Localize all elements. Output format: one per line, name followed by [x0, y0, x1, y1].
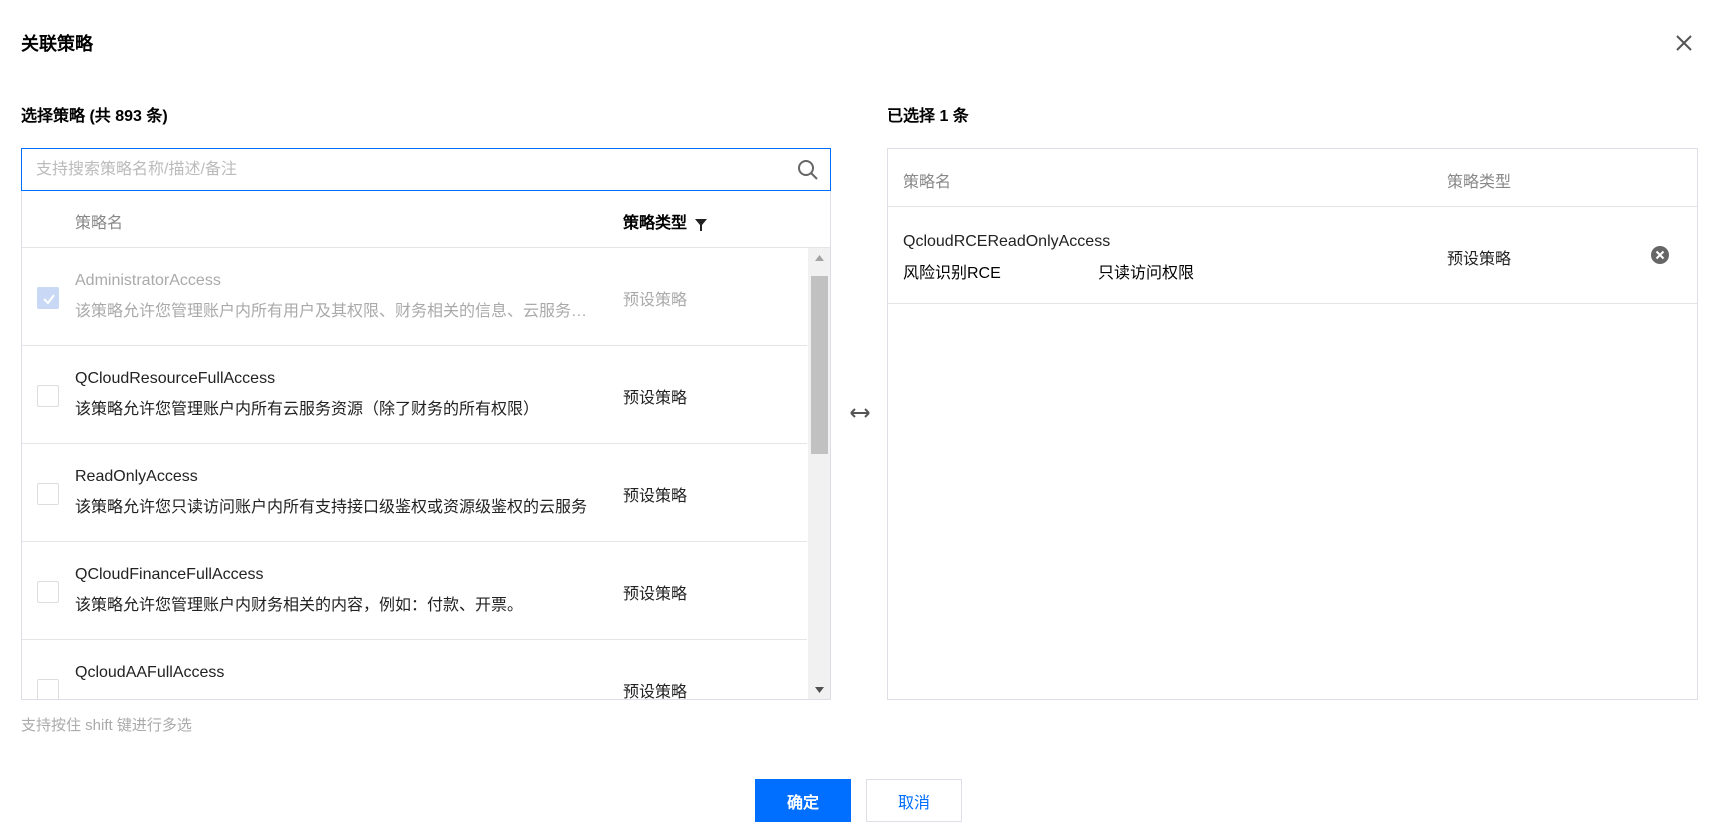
select-policy-title: 选择策略 (共 893 条) — [21, 108, 168, 125]
table-row[interactable]: ReadOnlyAccess 该策略允许您只读访问账户内所有支持接口级鉴权或资源… — [22, 444, 807, 542]
policy-name: QcloudRCEReadOnlyAccess — [903, 233, 1111, 250]
multi-select-hint: 支持按住 shift 键进行多选 — [21, 717, 192, 734]
policy-type: 预设策略 — [623, 292, 688, 309]
scroll-down-arrow-icon[interactable] — [808, 680, 830, 699]
policy-type: 预设策略 — [623, 488, 688, 505]
policy-scope: 只读访问权限 — [1098, 265, 1195, 282]
row-checkbox — [37, 287, 59, 309]
selected-row: QcloudRCEReadOnlyAccess 风险识别RCE 只读访问权限 预… — [888, 207, 1697, 304]
policy-name: QCloudFinanceFullAccess — [75, 566, 264, 583]
row-checkbox[interactable] — [37, 679, 59, 699]
row-checkbox[interactable] — [37, 581, 59, 603]
policy-name: QcloudAAFullAccess — [75, 664, 225, 681]
policy-type: 预设策略 — [1447, 251, 1512, 268]
table-header: 策略名 策略类型 — [22, 191, 830, 248]
row-checkbox[interactable] — [37, 385, 59, 407]
policy-list-body: AdministratorAccess 该策略允许您管理账户内所有用户及其权限、… — [22, 248, 807, 700]
search-icon[interactable] — [796, 158, 820, 182]
selected-count-title: 已选择 1 条 — [887, 108, 969, 125]
confirm-button[interactable]: 确定 — [755, 779, 851, 822]
policy-service: 风险识别RCE — [903, 265, 1001, 282]
column-header-type: 策略类型 — [1447, 174, 1512, 191]
filter-icon[interactable] — [695, 218, 708, 231]
table-row: AdministratorAccess 该策略允许您管理账户内所有用户及其权限、… — [22, 248, 807, 346]
swap-arrows-icon — [848, 405, 872, 421]
table-row[interactable]: QCloudResourceFullAccess 该策略允许您管理账户内所有云服… — [22, 346, 807, 444]
policy-type: 预设策略 — [623, 390, 688, 407]
table-row[interactable]: QcloudAAFullAccess 预设策略 — [22, 640, 807, 700]
policy-list-table: 策略名 策略类型 AdministratorAccess 该策略允许您管理账户内… — [21, 191, 831, 700]
scroll-up-arrow-icon[interactable] — [808, 248, 830, 268]
policy-name: ReadOnlyAccess — [75, 468, 198, 485]
search-input[interactable] — [22, 149, 782, 190]
scrollbar-thumb[interactable] — [811, 276, 828, 454]
column-header-type-label: 策略类型 — [623, 215, 688, 232]
policy-type: 预设策略 — [623, 684, 688, 700]
close-icon[interactable] — [1673, 32, 1695, 54]
column-header-name: 策略名 — [75, 215, 124, 232]
selected-policy-table: 策略名 策略类型 QcloudRCEReadOnlyAccess 风险识别RCE… — [887, 148, 1698, 700]
policy-type: 预设策略 — [623, 586, 688, 603]
policy-description: 该策略允许您管理账户内所有用户及其权限、财务相关的信息、云服务资产。 — [75, 303, 595, 320]
column-header-name: 策略名 — [903, 174, 952, 191]
policy-description: 该策略允许您只读访问账户内所有支持接口级鉴权或资源级鉴权的云服务 — [75, 499, 588, 516]
table-header: 策略名 策略类型 — [888, 149, 1697, 207]
policy-description: 该策略允许您管理账户内所有云服务资源（除了财务的所有权限） — [75, 401, 540, 418]
remove-circle-icon[interactable] — [1650, 245, 1670, 265]
table-row[interactable]: QCloudFinanceFullAccess 该策略允许您管理账户内财务相关的… — [22, 542, 807, 640]
scrollbar[interactable] — [808, 248, 830, 699]
policy-name: QCloudResourceFullAccess — [75, 370, 276, 387]
dialog-title: 关联策略 — [21, 34, 93, 54]
policy-description: 该策略允许您管理账户内财务相关的内容，例如：付款、开票。 — [75, 597, 524, 614]
column-header-type[interactable]: 策略类型 — [623, 209, 708, 233]
cancel-button[interactable]: 取消 — [866, 779, 962, 822]
search-box — [21, 148, 831, 191]
policy-name: AdministratorAccess — [75, 272, 221, 289]
row-checkbox[interactable] — [37, 483, 59, 505]
